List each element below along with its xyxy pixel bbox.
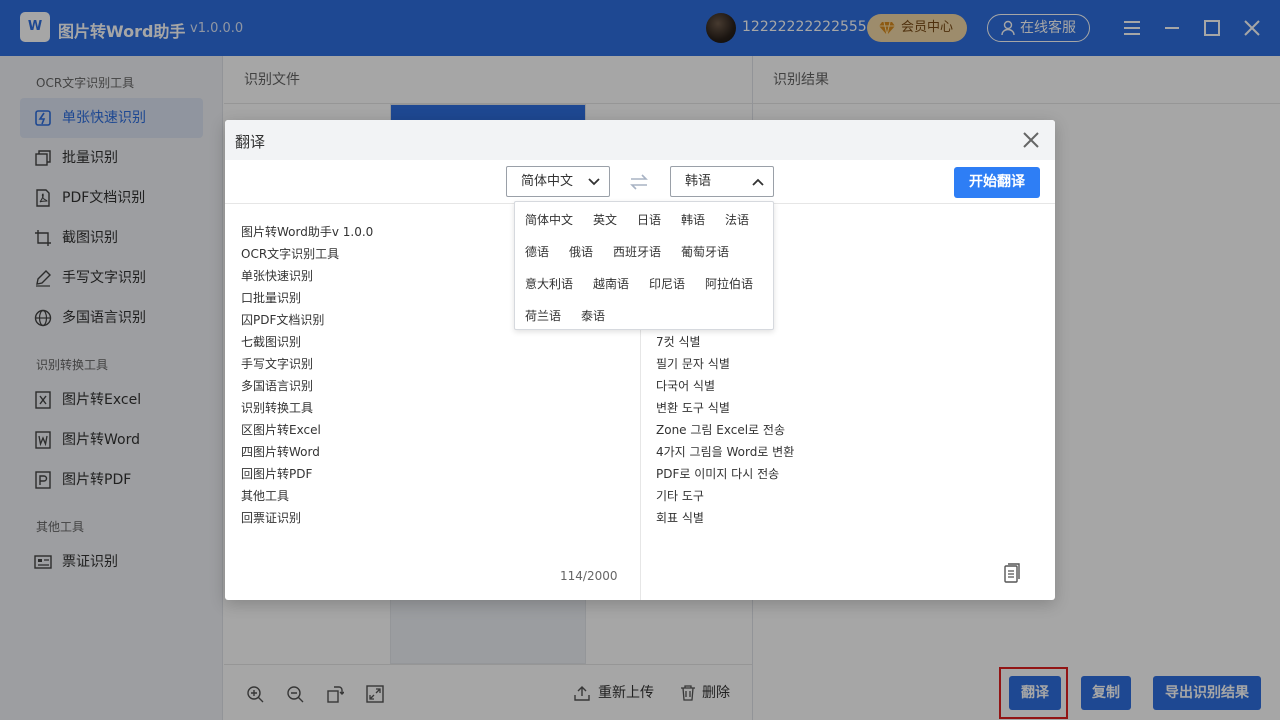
chevron-up-icon (752, 178, 764, 186)
source-text-line: 七截图识别 (241, 335, 302, 349)
source-text-line: 区图片转Excel (241, 423, 321, 437)
translated-text-line: 4가지 그림을 Word로 변환 (656, 445, 795, 459)
source-text-line: 多国语言识别 (241, 379, 314, 393)
source-text-line: 回票证识别 (241, 511, 302, 525)
char-count: 114/2000 (560, 569, 618, 583)
language-option[interactable]: 法语 (725, 211, 749, 228)
language-option[interactable]: 葡萄牙语 (681, 243, 729, 260)
translated-text-line: Zone 그림 Excel로 전송 (656, 423, 785, 437)
source-text-line: 回图片转PDF (241, 467, 313, 481)
translated-text-line: 다국어 식별 (656, 379, 716, 393)
source-language-value: 简体中文 (521, 174, 574, 189)
target-language-value: 韩语 (685, 174, 712, 189)
start-translate-button[interactable]: 开始翻译 (954, 167, 1040, 198)
target-language-select[interactable]: 韩语 (670, 166, 774, 197)
language-option[interactable]: 意大利语 (525, 275, 573, 292)
language-bar: 简体中文 韩语 开始翻译 (225, 160, 1055, 204)
language-option[interactable]: 德语 (525, 243, 549, 260)
language-option[interactable]: 英文 (593, 211, 617, 228)
language-option[interactable]: 简体中文 (525, 211, 573, 228)
source-text-line: 四图片转Word (241, 445, 320, 459)
source-text-line: 其他工具 (241, 489, 290, 503)
source-text-line: 识别转换工具 (241, 401, 314, 415)
translated-text-line: 기타 도구 (656, 489, 704, 503)
translated-text-line: PDF로 이미지 다시 전송 (656, 467, 780, 481)
translated-text-line: 회표 식별 (656, 511, 704, 525)
dialog-title: 翻译 (235, 133, 266, 151)
language-option[interactable]: 西班牙语 (613, 243, 661, 260)
language-option[interactable]: 阿拉伯语 (705, 275, 753, 292)
dialog-close-icon[interactable] (1021, 130, 1041, 150)
language-option[interactable]: 俄语 (569, 243, 593, 260)
translate-dialog: 翻译 简体中文 韩语 开始翻译 图片转Word助手v 1.0.0 OCR文字识别工… (225, 120, 1055, 600)
language-option[interactable]: 日语 (637, 211, 661, 228)
language-option[interactable]: 越南语 (593, 275, 629, 292)
language-option[interactable]: 荷兰语 (525, 307, 561, 324)
chevron-down-icon (588, 178, 600, 186)
language-option[interactable]: 印尼语 (649, 275, 685, 292)
copy-text-icon[interactable] (1003, 563, 1021, 583)
source-language-select[interactable]: 简体中文 (506, 166, 610, 197)
translated-text-line: 필기 문자 식별 (656, 357, 730, 371)
translated-text-line: 변환 도구 식별 (656, 401, 730, 415)
language-option[interactable]: 泰语 (581, 307, 605, 324)
translated-text-line: 7컷 식별 (656, 335, 701, 349)
language-option[interactable]: 韩语 (681, 211, 705, 228)
swap-languages-icon[interactable] (629, 172, 649, 192)
language-dropdown: 简体中文 英文 日语 韩语 法语德语 俄语 西班牙语 葡萄牙语意大利语 越南语 印尼语 阿拉伯语荷兰… (514, 201, 774, 330)
source-text-line: 手写文字识别 (241, 357, 314, 371)
dialog-header: 翻译 (225, 120, 1055, 160)
